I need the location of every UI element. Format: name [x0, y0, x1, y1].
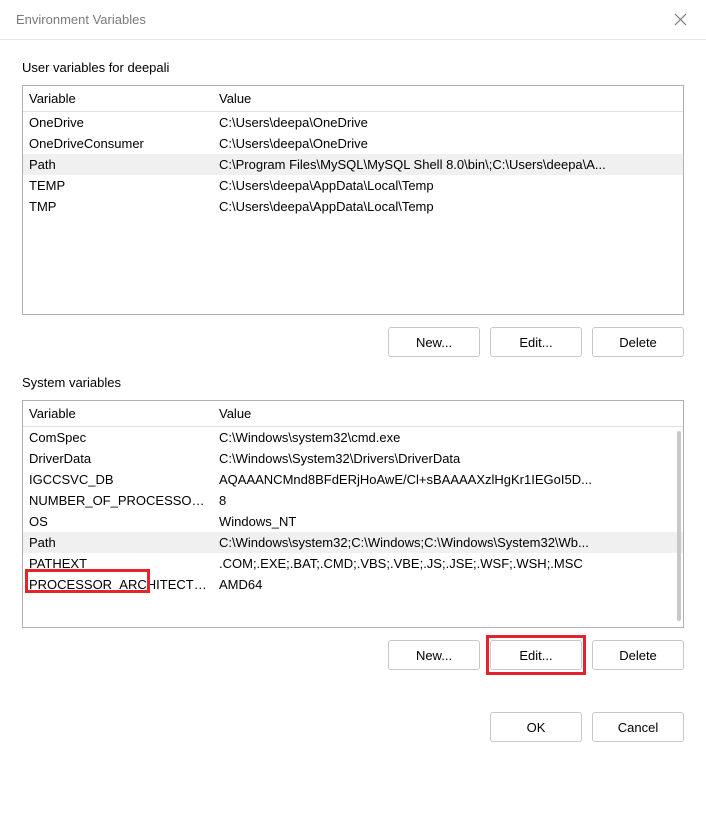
dialog-content: User variables for deepali Variable Valu… — [0, 40, 706, 700]
user-buttons-row: New... Edit... Delete — [22, 327, 684, 357]
variable-value-cell: AQAAANCMnd8BFdERjHoAwE/Cl+sBAAAAXzlHgKr1… — [213, 469, 683, 490]
variable-name-cell: OneDriveConsumer — [23, 133, 213, 154]
dialog-buttons: OK Cancel — [0, 700, 706, 758]
table-row[interactable]: TMPC:\Users\deepa\AppData\Local\Temp — [23, 196, 683, 217]
variable-name-cell: OneDrive — [23, 112, 213, 134]
user-variables-section: User variables for deepali Variable Valu… — [22, 60, 684, 357]
table-row[interactable]: DriverDataC:\Windows\System32\Drivers\Dr… — [23, 448, 683, 469]
variable-value-cell: 8 — [213, 490, 683, 511]
system-delete-button[interactable]: Delete — [592, 640, 684, 670]
system-variables-table[interactable]: Variable Value ComSpecC:\Windows\system3… — [22, 400, 684, 628]
variable-value-cell: AMD64 — [213, 574, 683, 595]
variable-name-cell: NUMBER_OF_PROCESSORS — [23, 490, 213, 511]
variable-value-cell: C:\Program Files\MySQL\MySQL Shell 8.0\b… — [213, 154, 683, 175]
user-section-label: User variables for deepali — [22, 60, 684, 75]
scrollbar[interactable] — [677, 431, 681, 621]
col-header-variable[interactable]: Variable — [23, 86, 213, 112]
system-section-label: System variables — [22, 375, 684, 390]
variable-name-cell: Path — [23, 532, 213, 553]
variable-name-cell: OS — [23, 511, 213, 532]
table-row[interactable]: PATHEXT.COM;.EXE;.BAT;.CMD;.VBS;.VBE;.JS… — [23, 553, 683, 574]
table-row[interactable]: PathC:\Windows\system32;C:\Windows;C:\Wi… — [23, 532, 683, 553]
col-header-variable[interactable]: Variable — [23, 401, 213, 427]
system-buttons-row: New... Edit... Delete — [22, 640, 684, 670]
table-row[interactable]: IGCCSVC_DBAQAAANCMnd8BFdERjHoAwE/Cl+sBAA… — [23, 469, 683, 490]
system-variables-section: System variables Variable Value ComSpecC… — [22, 375, 684, 670]
variable-name-cell: DriverData — [23, 448, 213, 469]
variable-name-cell: TMP — [23, 196, 213, 217]
variable-value-cell: C:\Windows\system32\cmd.exe — [213, 427, 683, 449]
variable-value-cell: C:\Users\deepa\AppData\Local\Temp — [213, 196, 683, 217]
variable-name-cell: TEMP — [23, 175, 213, 196]
user-variables-table[interactable]: Variable Value OneDriveC:\Users\deepa\On… — [22, 85, 684, 315]
variable-value-cell: C:\Users\deepa\OneDrive — [213, 133, 683, 154]
variable-value-cell: C:\Users\deepa\OneDrive — [213, 112, 683, 134]
variable-value-cell: .COM;.EXE;.BAT;.CMD;.VBS;.VBE;.JS;.JSE;.… — [213, 553, 683, 574]
variable-name-cell: Path — [23, 154, 213, 175]
table-row[interactable]: OSWindows_NT — [23, 511, 683, 532]
titlebar: Environment Variables — [0, 0, 706, 40]
variable-name-cell: IGCCSVC_DB — [23, 469, 213, 490]
user-delete-button[interactable]: Delete — [592, 327, 684, 357]
ok-button[interactable]: OK — [490, 712, 582, 742]
variable-name-cell: PROCESSOR_ARCHITECTU... — [23, 574, 213, 595]
table-row[interactable]: OneDriveConsumerC:\Users\deepa\OneDrive — [23, 133, 683, 154]
user-edit-button[interactable]: Edit... — [490, 327, 582, 357]
variable-name-cell: ComSpec — [23, 427, 213, 449]
system-edit-button[interactable]: Edit... — [490, 640, 582, 670]
window-title: Environment Variables — [16, 12, 146, 27]
variable-value-cell: C:\Windows\system32;C:\Windows;C:\Window… — [213, 532, 683, 553]
col-header-value[interactable]: Value — [213, 401, 683, 427]
system-new-button[interactable]: New... — [388, 640, 480, 670]
table-row[interactable]: PROCESSOR_ARCHITECTU...AMD64 — [23, 574, 683, 595]
table-row[interactable]: PathC:\Program Files\MySQL\MySQL Shell 8… — [23, 154, 683, 175]
variable-value-cell: C:\Windows\System32\Drivers\DriverData — [213, 448, 683, 469]
table-row[interactable]: ComSpecC:\Windows\system32\cmd.exe — [23, 427, 683, 449]
table-row[interactable]: OneDriveC:\Users\deepa\OneDrive — [23, 112, 683, 134]
user-new-button[interactable]: New... — [388, 327, 480, 357]
variable-value-cell: C:\Users\deepa\AppData\Local\Temp — [213, 175, 683, 196]
variable-value-cell: Windows_NT — [213, 511, 683, 532]
variable-name-cell: PATHEXT — [23, 553, 213, 574]
table-row[interactable]: TEMPC:\Users\deepa\AppData\Local\Temp — [23, 175, 683, 196]
close-icon[interactable] — [668, 8, 692, 32]
col-header-value[interactable]: Value — [213, 86, 683, 112]
table-row[interactable]: NUMBER_OF_PROCESSORS8 — [23, 490, 683, 511]
cancel-button[interactable]: Cancel — [592, 712, 684, 742]
